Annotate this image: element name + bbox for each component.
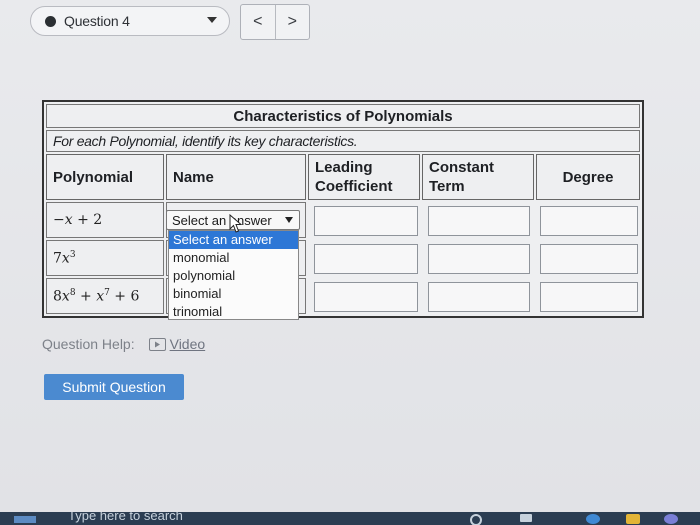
mouse-pointer-icon xyxy=(229,214,243,233)
app-icon[interactable] xyxy=(664,514,678,524)
video-link[interactable]: Video xyxy=(170,336,206,352)
table-instruction: For each Polynomial, identify its key ch… xyxy=(46,130,640,152)
leading-coefficient-input[interactable] xyxy=(314,282,418,312)
header-leading-line1: Leading xyxy=(315,159,373,176)
header-polynomial: Polynomial xyxy=(46,154,164,200)
leading-coefficient-input[interactable] xyxy=(314,206,418,236)
submit-button[interactable]: Submit Question xyxy=(44,374,184,400)
polynomial-expression: 7x3 xyxy=(53,249,76,267)
option-binomial[interactable]: binomial xyxy=(169,285,298,303)
select-options: Select an answer monomial polynomial bin… xyxy=(168,230,299,320)
chevron-down-icon xyxy=(207,17,217,23)
page: Question 4 < > Characteristics of Polyno… xyxy=(0,0,700,512)
question-selector[interactable]: Question 4 xyxy=(30,6,230,36)
degree-input[interactable] xyxy=(540,206,638,236)
polynomial-table: Characteristics of Polynomials For each … xyxy=(42,100,644,318)
status-dot-icon xyxy=(45,15,56,27)
taskbar-search[interactable]: Type here to search xyxy=(68,512,183,523)
select-value: Select an answer xyxy=(172,212,272,228)
table-row: 8x8 + x7 + 6 xyxy=(46,278,164,314)
header-name: Name xyxy=(166,154,306,200)
question-nav: < > xyxy=(240,4,310,40)
taskbar: Type here to search xyxy=(0,512,700,525)
leading-coefficient-input[interactable] xyxy=(314,244,418,274)
video-icon[interactable] xyxy=(148,337,166,351)
help-label: Question Help: xyxy=(42,336,135,352)
dropdown-arrow-icon xyxy=(285,217,293,223)
question-help: Question Help: Video xyxy=(42,336,205,352)
table-row: 7x3 xyxy=(46,240,164,276)
polynomial-expression: 8x8 + x7 + 6 xyxy=(53,287,140,305)
header-degree: Degree xyxy=(536,154,640,200)
polynomial-expression: −x + 2 xyxy=(53,212,103,228)
header-constant-term: Constant Term xyxy=(422,154,534,200)
cortana-icon[interactable] xyxy=(470,514,482,525)
degree-input[interactable] xyxy=(540,282,638,312)
degree-input[interactable] xyxy=(540,244,638,274)
header-constant-line2: Term xyxy=(429,178,465,195)
option-polynomial[interactable]: polynomial xyxy=(169,267,298,285)
windows-start-icon[interactable] xyxy=(14,516,36,523)
option-trinomial[interactable]: trinomial xyxy=(169,303,298,321)
header-leading-line2: Coefficient xyxy=(315,178,393,195)
next-question-button[interactable]: > xyxy=(274,5,310,39)
constant-term-input[interactable] xyxy=(428,244,530,274)
task-view-icon[interactable] xyxy=(520,514,532,522)
question-label: Question 4 xyxy=(64,13,130,29)
header-constant-line1: Constant xyxy=(429,159,494,176)
table-row: −x + 2 xyxy=(46,202,164,238)
constant-term-input[interactable] xyxy=(428,282,530,312)
edge-browser-icon[interactable] xyxy=(586,514,600,524)
header-leading-coefficient: Leading Coefficient xyxy=(308,154,420,200)
previous-question-button[interactable]: < xyxy=(241,5,275,39)
file-explorer-icon[interactable] xyxy=(626,514,640,524)
constant-term-input[interactable] xyxy=(428,206,530,236)
table-title: Characteristics of Polynomials xyxy=(46,104,640,128)
option-monomial[interactable]: monomial xyxy=(169,249,298,267)
